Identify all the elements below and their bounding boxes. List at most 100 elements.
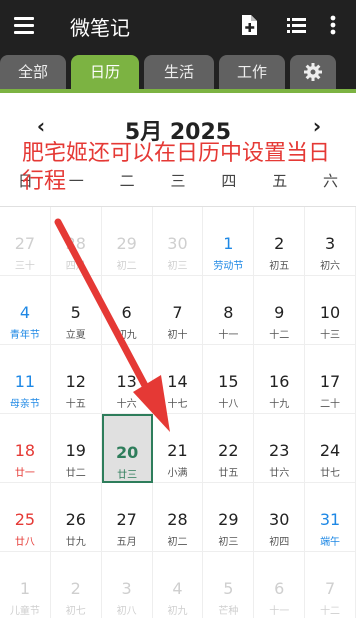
calendar-day-cell[interactable]: 5 立夏 <box>50 276 102 345</box>
day-number: 24 <box>319 441 341 460</box>
calendar-day-cell[interactable]: 28 四月 <box>50 207 102 276</box>
category-tabs: 全部 日历 生活 工作 <box>0 52 356 90</box>
calendar-day-cell[interactable]: 4 初九 <box>153 552 204 618</box>
app-bar: 微笔记 <box>0 0 356 52</box>
calendar-day-cell[interactable]: 22 廿五 <box>203 414 255 483</box>
lunar-label: 初二 <box>167 537 188 548</box>
lunar-label: 五月 <box>116 537 137 548</box>
lunar-label: 廿五 <box>218 468 239 479</box>
calendar-day-cell[interactable]: 18 廿一 <box>0 414 51 483</box>
calendar-day-cell[interactable]: 3 初六 <box>305 207 356 276</box>
calendar-day-cell[interactable]: 12 十五 <box>50 345 102 414</box>
calendar-day-cell[interactable]: 5 芒种 <box>203 552 255 618</box>
lunar-label: 立夏 <box>65 330 86 341</box>
day-number: 25 <box>14 510 36 529</box>
lunar-label: 十五 <box>65 399 86 410</box>
lunar-label: 青年节 <box>9 330 40 341</box>
day-number: 28 <box>65 234 86 253</box>
calendar-day-cell[interactable]: 1 儿童节 <box>0 552 51 618</box>
lunar-label: 初三 <box>218 537 239 548</box>
calendar-day-cell[interactable]: 26 廿九 <box>50 483 102 552</box>
calendar-day-cell[interactable]: 17 二十 <box>305 345 356 414</box>
day-number: 27 <box>14 234 36 253</box>
day-number: 4 <box>19 303 31 322</box>
calendar-day-cell[interactable]: 6 初九 <box>101 276 153 345</box>
calendar-day-cell[interactable]: 29 初二 <box>101 207 153 276</box>
lunar-label: 三十 <box>14 261 35 272</box>
tab-calendar[interactable]: 日历 <box>71 55 139 90</box>
calendar-day-cell[interactable]: 3 初八 <box>102 552 153 618</box>
calendar-day-cell[interactable]: 31 端午 <box>305 483 356 552</box>
weekday-label: 一 <box>68 172 84 190</box>
list-icon[interactable] <box>284 12 310 38</box>
tab-life[interactable]: 生活 <box>144 55 214 90</box>
calendar-day-cell[interactable]: 16 十九 <box>254 345 306 414</box>
calendar-day-cell[interactable]: 21 小满 <box>152 414 204 483</box>
hamburger-menu-icon[interactable] <box>14 14 36 36</box>
day-number: 15 <box>218 372 239 391</box>
day-number: 8 <box>223 303 234 322</box>
calendar-day-cell[interactable]: 15 十八 <box>203 345 255 414</box>
lunar-label: 四月 <box>65 261 86 272</box>
calendar-day-cell[interactable]: 6 十一 <box>254 552 306 618</box>
calendar-day-cell[interactable]: 2 初五 <box>254 207 306 276</box>
day-number: 5 <box>223 579 234 598</box>
month-navigation: ‹ 5月 2025 › <box>0 106 356 146</box>
lunar-label: 十七 <box>167 399 188 410</box>
lunar-label: 十一 <box>218 330 239 341</box>
calendar-day-cell[interactable]: 28 初二 <box>152 483 204 552</box>
tab-indicator-line <box>0 89 356 93</box>
calendar-day-cell[interactable]: 11 母亲节 <box>0 345 51 414</box>
lunar-label: 廿一 <box>14 468 35 479</box>
day-number: 28 <box>167 510 188 529</box>
calendar-day-cell[interactable]: 10 十三 <box>305 276 356 345</box>
lunar-label: 母亲节 <box>9 399 40 410</box>
calendar-day-cell[interactable]: 14 十七 <box>152 345 204 414</box>
lunar-label: 十六 <box>116 399 137 410</box>
tab-all[interactable]: 全部 <box>0 55 66 90</box>
more-vert-icon[interactable] <box>326 12 340 38</box>
lunar-label: 初五 <box>269 261 290 272</box>
lunar-label: 二十 <box>320 399 341 410</box>
lunar-label: 廿九 <box>65 537 86 548</box>
lunar-label: 劳动节 <box>213 261 244 272</box>
day-number: 30 <box>269 510 290 529</box>
calendar-day-cell[interactable]: 7 十二 <box>305 552 356 618</box>
calendar-day-cell[interactable]: 7 初十 <box>152 276 204 345</box>
day-number: 17 <box>319 372 341 391</box>
calendar-day-cell[interactable]: 27 三十 <box>0 207 51 276</box>
weekday-label: 三 <box>170 172 186 190</box>
lunar-label: 初四 <box>269 537 290 548</box>
calendar-day-cell[interactable]: 30 初三 <box>152 207 204 276</box>
next-month-button[interactable]: › <box>303 112 331 140</box>
calendar-day-cell[interactable]: 30 初四 <box>254 483 306 552</box>
tab-settings[interactable] <box>290 55 336 90</box>
lunar-label: 十二 <box>320 606 341 617</box>
day-number: 6 <box>274 579 285 598</box>
calendar-day-cell[interactable]: 2 初七 <box>51 552 102 618</box>
day-number: 11 <box>14 372 36 391</box>
calendar-day-cell[interactable]: 25 廿八 <box>0 483 51 552</box>
calendar-day-cell[interactable]: 24 廿七 <box>305 414 356 483</box>
add-note-icon[interactable] <box>236 12 262 38</box>
calendar-day-cell[interactable]: 1 劳动节 <box>203 207 255 276</box>
lunar-label: 芒种 <box>218 606 239 617</box>
day-number: 23 <box>269 441 290 460</box>
calendar-day-cell[interactable]: 23 廿六 <box>254 414 306 483</box>
day-number: 6 <box>121 303 132 322</box>
lunar-label: 廿二 <box>65 468 86 479</box>
weekday-label: 二 <box>119 172 135 190</box>
lunar-label: 儿童节 <box>9 606 40 617</box>
day-number: 20 <box>115 443 139 462</box>
day-number: 14 <box>167 372 188 391</box>
tab-work[interactable]: 工作 <box>219 55 285 90</box>
calendar-day-cell[interactable]: 27 五月 <box>101 483 153 552</box>
calendar-day-cell[interactable]: 29 初三 <box>203 483 255 552</box>
day-number: 10 <box>319 303 341 322</box>
calendar-day-cell[interactable]: 19 廿二 <box>50 414 102 483</box>
calendar-day-cell[interactable]: 13 十六 <box>101 345 153 414</box>
calendar-day-cell[interactable]: 9 十二 <box>254 276 306 345</box>
calendar-day-cell-selected[interactable]: 20 廿三 <box>101 414 153 483</box>
calendar-day-cell[interactable]: 8 十一 <box>203 276 255 345</box>
calendar-day-cell[interactable]: 4 青年节 <box>0 276 51 345</box>
